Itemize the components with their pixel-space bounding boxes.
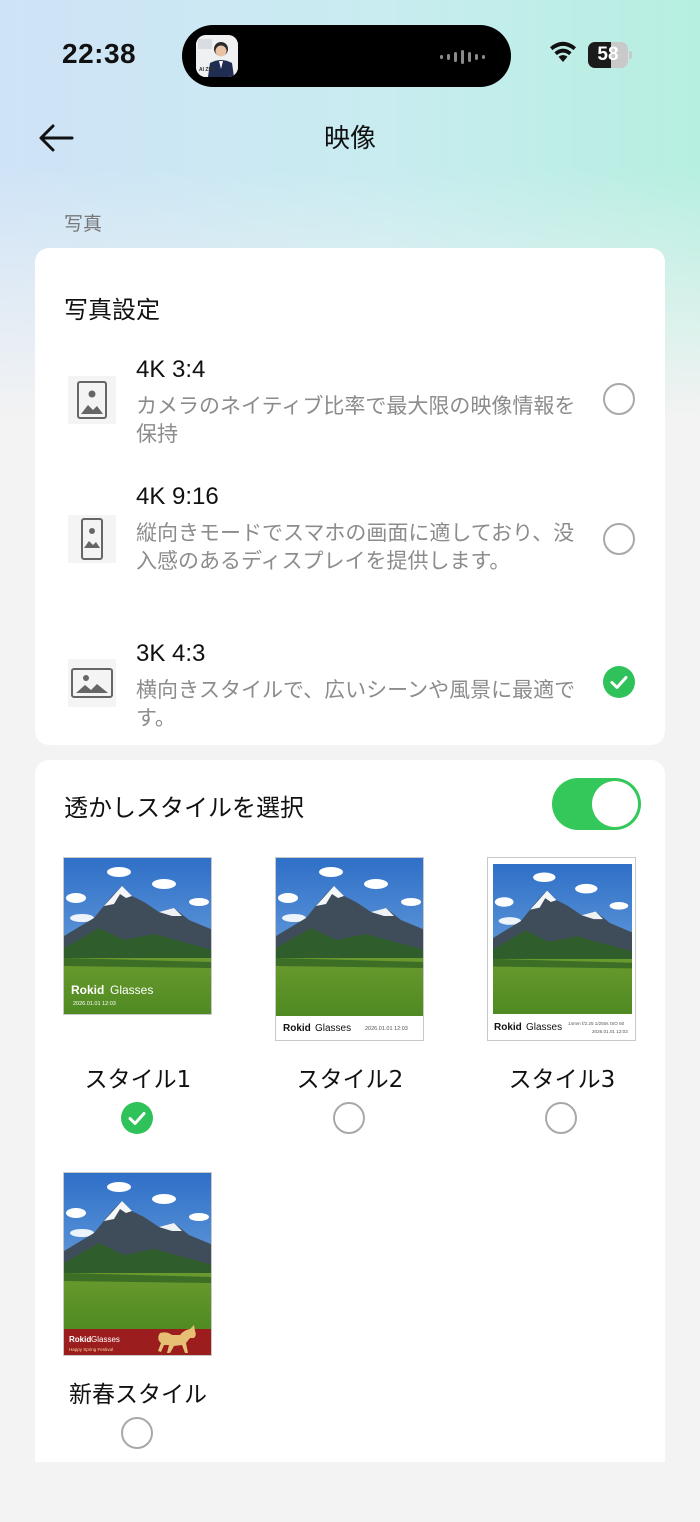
- status-time: 22:38: [62, 38, 137, 69]
- battery-indicator: 58: [588, 42, 632, 68]
- brand-bold: Rokid: [69, 1335, 91, 1344]
- watermark-preview: Rokid Glasses 2026.01.01 12:03: [275, 857, 424, 1041]
- radio-button[interactable]: [603, 523, 635, 555]
- watermark-style-2[interactable]: Rokid Glasses 2026.01.01 12:03 スタイル2: [275, 857, 435, 1137]
- battery-level: 58: [597, 44, 619, 65]
- style-name: 新春スタイル: [69, 1382, 207, 1408]
- brand-bold: Rokid: [494, 1022, 522, 1033]
- watermark-style-3[interactable]: Rokid Glasses 14mm f/2.25 1/250s ISO 50 …: [487, 857, 647, 1137]
- watermark-section-title: 透かしスタイルを選択: [64, 794, 304, 822]
- brand-light: Glasses: [315, 1023, 351, 1034]
- option-title: 4K 3:4: [136, 356, 206, 383]
- island-video-thumbnail: AI ZEN: [196, 35, 238, 77]
- watermark-date: 2026.01.01 12:03: [365, 1026, 408, 1032]
- watermark-preview: Rokid Glasses 2026.01.01 12:03: [63, 857, 212, 1015]
- watermark-date: 2026.01.01 12:03: [592, 1029, 628, 1034]
- section-label-photo: 写真: [64, 213, 103, 235]
- watermark-style-1[interactable]: Rokid Glasses 2026.01.01 12:03 スタイル1: [63, 857, 223, 1137]
- photo-settings-title: 写真設定: [64, 296, 160, 324]
- radio-button-selected[interactable]: [121, 1102, 153, 1134]
- toggle-knob: [592, 781, 638, 827]
- style-name: スタイル3: [508, 1067, 616, 1093]
- brand-bold: Rokid: [283, 1023, 311, 1034]
- option-4k-3-4[interactable]: 4K 3:4 カメラのネイティブ比率で最大限の映像情報を保持: [35, 356, 665, 466]
- watermark-preview: Rokid Glasses Happy Spring Festival: [63, 1172, 212, 1356]
- brand-light: Glasses: [526, 1022, 562, 1033]
- audio-waveform-icon: [440, 50, 485, 64]
- island-thumb-caption: AI ZEN: [199, 67, 216, 73]
- option-description: カメラのネイティブ比率で最大限の映像情報を保持: [136, 394, 576, 446]
- radio-button[interactable]: [333, 1102, 365, 1134]
- brand-light: Glasses: [110, 983, 153, 997]
- option-title: 3K 4:3: [136, 640, 206, 667]
- option-description: 横向きスタイルで、広いシーンや風景に最適です。: [136, 678, 576, 730]
- option-title: 4K 9:16: [136, 483, 219, 510]
- festival-greeting: Happy Spring Festival: [69, 1347, 113, 1352]
- checkmark-icon: [128, 1112, 146, 1125]
- watermark-style-spring-festival[interactable]: Rokid Glasses Happy Spring Festival 新春スタ…: [63, 1172, 223, 1452]
- watermark-toggle[interactable]: [552, 778, 641, 830]
- radio-button[interactable]: [545, 1102, 577, 1134]
- tall-portrait-photo-icon: [68, 515, 116, 563]
- radio-button[interactable]: [603, 383, 635, 415]
- style-name: スタイル2: [296, 1067, 404, 1093]
- page-title: 映像: [323, 124, 376, 154]
- watermark-date: 2026.01.01 12:03: [73, 1001, 116, 1007]
- radio-button-selected[interactable]: [603, 666, 635, 698]
- brand-light: Glasses: [91, 1335, 120, 1344]
- watermark-preview: Rokid Glasses 14mm f/2.25 1/250s ISO 50 …: [487, 857, 636, 1041]
- option-4k-9-16[interactable]: 4K 9:16 縦向きモードでスマホの画面に適しており、没入感のあるディスプレイ…: [35, 483, 665, 613]
- photo-settings-card: 写真設定 4K 3:4 カメラのネイティブ比率で最大限の映像情報を保持 4K 9…: [35, 248, 665, 745]
- option-description: 縦向きモードでスマホの画面に適しており、没入感のあるディスプレイを提供します。: [136, 521, 575, 573]
- brand-bold: Rokid: [71, 983, 104, 997]
- radio-button[interactable]: [121, 1417, 153, 1449]
- landscape-photo-icon: [68, 659, 116, 707]
- watermark-exif: 14mm f/2.25 1/250s ISO 50: [568, 1021, 625, 1026]
- watermark-style-card: 透かしスタイルを選択 Rokid Glasses 2026.01.01 12:0…: [35, 760, 665, 1462]
- wifi-icon: [548, 40, 578, 68]
- option-3k-4-3[interactable]: 3K 4:3 横向きスタイルで、広いシーンや風景に最適です。: [35, 640, 665, 735]
- dynamic-island[interactable]: AI ZEN: [182, 25, 511, 87]
- style-name: スタイル1: [84, 1067, 192, 1093]
- checkmark-icon: [610, 676, 628, 689]
- portrait-photo-icon: [68, 376, 116, 424]
